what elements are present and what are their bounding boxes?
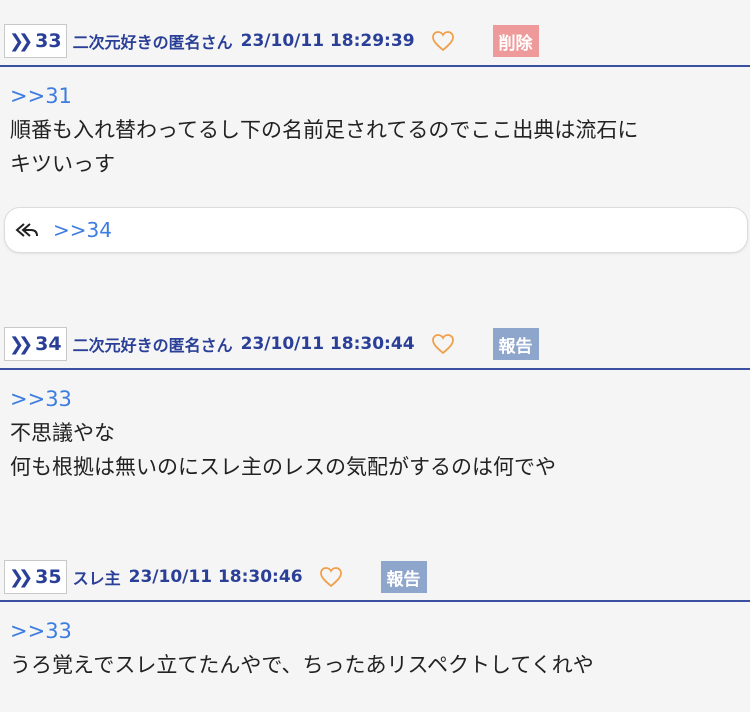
- heart-outline-icon[interactable]: [431, 30, 455, 52]
- post-line: 順番も入れ替わってるし下の名前足されてるのでここ出典は流石に: [10, 118, 639, 142]
- post-number-button[interactable]: ❯❯ 34: [4, 327, 67, 361]
- author-name: 二次元好きの匿名さん: [72, 33, 233, 52]
- heart-outline-icon[interactable]: [319, 566, 343, 588]
- double-chevron-icon: ❯❯: [9, 30, 33, 52]
- post-number: 33: [35, 30, 62, 52]
- post-datetime: 23/10/11 18:30:44: [240, 334, 415, 354]
- divider: [0, 600, 750, 602]
- post-line: 何も根拠は無いのにスレ主のレスの気配がするのは何でや: [10, 455, 556, 479]
- post-header: ❯❯ 34 二次元好きの匿名さん 23/10/11 18:30:44 報告: [0, 326, 750, 362]
- divider: [0, 65, 750, 67]
- author-name: 二次元好きの匿名さん: [72, 336, 233, 355]
- reply-bar: >>34: [4, 207, 748, 253]
- double-chevron-icon: ❯❯: [9, 333, 33, 355]
- anchor-link[interactable]: >>33: [10, 614, 594, 648]
- post-header: ❯❯ 35 スレ主 23/10/11 18:30:46 報告: [0, 559, 750, 595]
- anchor-link[interactable]: >>33: [10, 382, 556, 416]
- post-number: 35: [35, 566, 62, 588]
- post-number-button[interactable]: ❯❯ 33: [4, 24, 67, 58]
- post-datetime: 23/10/11 18:29:39: [240, 31, 415, 51]
- post-body: >>31 順番も入れ替わってるし下の名前足されてるのでここ出典は流石に キツいっ…: [10, 79, 638, 181]
- report-button[interactable]: 報告: [492, 328, 539, 360]
- post-line: うろ覚えでスレ立てたんやで、ちったあリスペクトしてくれや: [10, 653, 594, 677]
- post-datetime: 23/10/11 18:30:46: [128, 567, 303, 587]
- post-header: ❯❯ 33 二次元好きの匿名さん 23/10/11 18:29:39 削除: [0, 23, 750, 59]
- post-33: ❯❯ 33 二次元好きの匿名さん 23/10/11 18:29:39 削除: [0, 23, 750, 59]
- post-number: 34: [35, 333, 62, 355]
- heart-outline-icon[interactable]: [431, 333, 455, 355]
- post-number-button[interactable]: ❯❯ 35: [4, 560, 67, 594]
- anchor-link[interactable]: >>31: [10, 79, 638, 113]
- reply-all-icon: [15, 223, 38, 237]
- post-line: キツいっす: [10, 152, 115, 176]
- post-34: ❯❯ 34 二次元好きの匿名さん 23/10/11 18:30:44 報告: [0, 326, 750, 362]
- double-chevron-icon: ❯❯: [9, 566, 33, 588]
- post-body: >>33 うろ覚えでスレ立てたんやで、ちったあリスペクトしてくれや: [10, 614, 594, 682]
- post-35: ❯❯ 35 スレ主 23/10/11 18:30:46 報告: [0, 559, 750, 595]
- author-name: スレ主: [72, 569, 121, 588]
- report-button[interactable]: 報告: [380, 561, 427, 593]
- divider: [0, 368, 750, 370]
- post-body: >>33 不思議やな 何も根拠は無いのにスレ主のレスの気配がするのは何でや: [10, 382, 556, 484]
- delete-button[interactable]: 削除: [492, 25, 539, 57]
- post-line: 不思議やな: [10, 421, 115, 445]
- reply-link[interactable]: >>34: [53, 218, 112, 242]
